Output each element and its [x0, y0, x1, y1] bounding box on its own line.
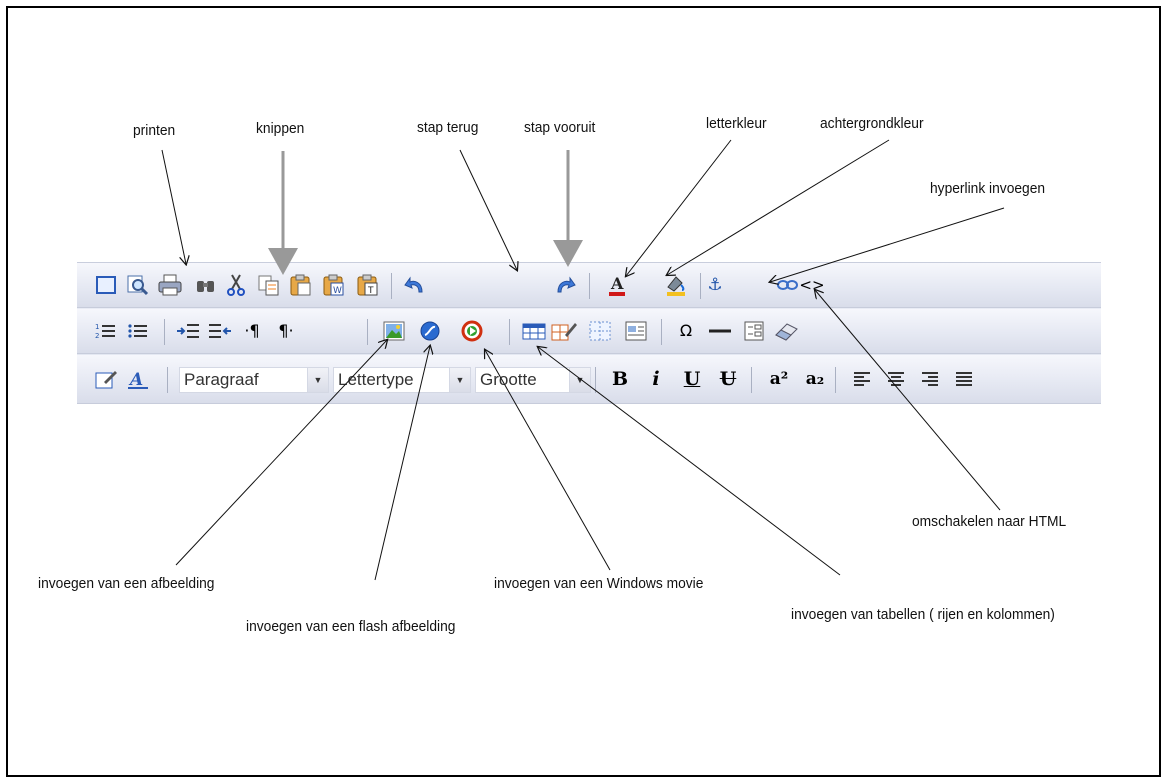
arrow-printen [161, 149, 186, 264]
arrow-flash [374, 346, 430, 581]
label-hyperlink-invoegen: hyperlink invoegen [930, 180, 1046, 197]
arrow-letterkleur [626, 139, 732, 276]
label-invoegen-afbeelding: invoegen van een afbeelding [38, 575, 215, 592]
label-invoegen-movie: invoegen van een Windows movie [494, 575, 704, 592]
label-omschakelen-html: omschakelen naar HTML [912, 513, 1067, 530]
arrow-html [815, 290, 1001, 511]
label-letterkleur: letterkleur [706, 115, 767, 132]
annotation-arrows [161, 139, 1005, 581]
arrow-hyperlink [770, 207, 1005, 282]
label-achtergrondkleur: achtergrondkleur [820, 115, 924, 132]
arrow-tabellen [538, 347, 841, 576]
arrow-stap-terug [459, 149, 517, 270]
label-invoegen-tabellen: invoegen van tabellen ( rijen en kolomme… [791, 606, 1055, 623]
label-stap-vooruit: stap vooruit [524, 119, 596, 136]
label-knippen: knippen [256, 120, 305, 137]
label-stap-terug: stap terug [417, 119, 479, 136]
arrow-afbeelding [175, 340, 387, 566]
label-invoegen-flash: invoegen van een flash afbeelding [246, 618, 456, 635]
arrow-movie [485, 350, 611, 571]
label-printen: printen [133, 122, 176, 139]
